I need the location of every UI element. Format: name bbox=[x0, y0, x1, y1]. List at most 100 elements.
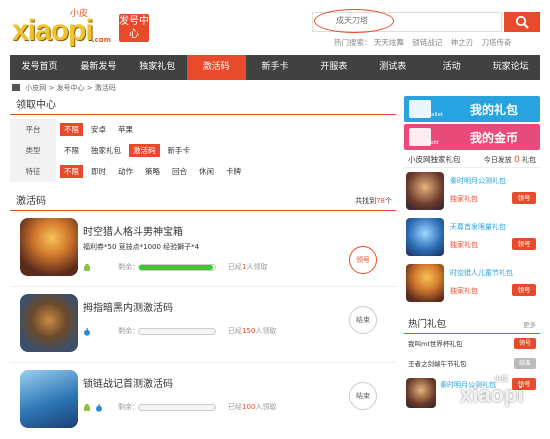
filter-label: 特征 bbox=[10, 161, 56, 182]
my-gifts-button[interactable]: Wallet 我的礼包 bbox=[404, 96, 540, 122]
pack-tag: 独家礼包 bbox=[450, 287, 478, 295]
pack-item[interactable]: 秦时明月公测礼包 独家礼包 领号 bbox=[404, 168, 540, 214]
nav-item-newbie-card[interactable]: 新手卡 bbox=[246, 55, 305, 80]
filter-option[interactable]: 策略 bbox=[141, 165, 164, 178]
game-thumbnail[interactable] bbox=[20, 370, 78, 428]
remain-progress bbox=[138, 328, 216, 335]
filter-option[interactable]: 动作 bbox=[114, 165, 137, 178]
filter-option[interactable]: 独家礼包 bbox=[87, 144, 125, 157]
hot-gift-row[interactable]: 王者之剑端午节礼包 结束 bbox=[404, 354, 540, 374]
my-coins-button[interactable]: Gold 我的金币 bbox=[404, 124, 540, 150]
pack-tag: 独家礼包 bbox=[450, 195, 478, 203]
ended-button[interactable]: 结束 bbox=[349, 306, 377, 334]
filter-option[interactable]: 不限 bbox=[60, 144, 83, 157]
filter-option[interactable]: 激活码 bbox=[129, 144, 160, 157]
filter-option[interactable]: 回合 bbox=[168, 165, 191, 178]
hot-gift-name[interactable]: 我叫mt世界杯礼包 bbox=[408, 340, 462, 348]
hot-gift-name[interactable]: 王者之剑端午节礼包 bbox=[408, 360, 467, 368]
code-title[interactable]: 拇指暗黑内测激活码 bbox=[83, 299, 173, 314]
filter-option[interactable]: 卡牌 bbox=[222, 165, 245, 178]
nav-item-events[interactable]: 活动 bbox=[422, 55, 481, 80]
nav-item-test-list[interactable]: 测试表 bbox=[363, 55, 422, 80]
filter-panel: 平台 不限 安卓 苹果 类型 不限 独家礼包 激活码 新手卡 特征 不限 即时 … bbox=[10, 119, 396, 182]
home-icon bbox=[12, 84, 20, 91]
code-item[interactable]: 时空猎人格斗男神宝箱 福利券*50 竞技点*1000 经验獅子*4 剩余： 已经… bbox=[10, 211, 396, 287]
pack-thumbnail[interactable] bbox=[406, 172, 444, 210]
nav-item-home[interactable]: 发号首页 bbox=[10, 55, 69, 80]
found-count: 共找到78个 bbox=[355, 197, 392, 205]
today-count: 今日发放 0 礼包 bbox=[483, 155, 536, 165]
filter-label: 类型 bbox=[10, 140, 56, 161]
hot-search-link[interactable]: 神之刃 bbox=[451, 38, 474, 47]
pack-item[interactable]: 天尊首发限量礼包 独家礼包 领号 bbox=[404, 214, 540, 260]
code-title[interactable]: 锁链战记首测激活码 bbox=[83, 375, 173, 390]
nav-item-latest[interactable]: 最新发号 bbox=[69, 55, 128, 80]
codes-header: 激活码 共找到78个 bbox=[10, 192, 396, 211]
sidebar: Wallet 我的礼包 Gold 我的金币 小皮网独家礼包 今日发放 0 礼包 … bbox=[404, 96, 540, 306]
code-title[interactable]: 时空猎人格斗男神宝箱 bbox=[83, 223, 183, 238]
pack-name[interactable]: 秦时明月公测礼包 bbox=[450, 176, 506, 186]
breadcrumb-link[interactable]: 小皮网 bbox=[25, 84, 46, 92]
my-gifts-label: 我的礼包 bbox=[470, 103, 519, 117]
remain-label: 剩余： bbox=[118, 327, 139, 335]
game-thumbnail[interactable] bbox=[20, 218, 78, 276]
pack-thumbnail[interactable] bbox=[406, 264, 444, 302]
code-desc: 福利券*50 竞技点*1000 经验獅子*4 bbox=[83, 243, 200, 251]
nav-item-forum[interactable]: 玩家论坛 bbox=[481, 55, 540, 80]
exclusive-packs-header: 小皮网独家礼包 今日发放 0 礼包 bbox=[404, 152, 540, 168]
remain-label: 剩余： bbox=[118, 263, 139, 271]
codes-title: 激活码 bbox=[16, 196, 46, 207]
game-thumbnail[interactable] bbox=[20, 294, 78, 352]
filter-option[interactable]: 新手卡 bbox=[164, 144, 195, 157]
search-input[interactable] bbox=[336, 16, 396, 25]
code-item[interactable]: 锁链战记首测激活码 剩余： 已经100人领取 结束 bbox=[10, 363, 396, 439]
more-link[interactable]: 更多 bbox=[523, 316, 536, 334]
filter-option[interactable]: 安卓 bbox=[87, 123, 110, 136]
apple-icon bbox=[96, 404, 102, 412]
filter-option[interactable]: 不限 bbox=[60, 123, 83, 136]
filter-option[interactable]: 即时 bbox=[87, 165, 110, 178]
claim-button[interactable]: 领号 bbox=[514, 338, 536, 349]
hot-label: 热门搜索： bbox=[334, 38, 372, 47]
filter-option[interactable]: 苹果 bbox=[114, 123, 137, 136]
filter-option[interactable]: 休闲 bbox=[195, 165, 218, 178]
watermark-text: xiaopi bbox=[460, 382, 524, 407]
claim-button[interactable]: 领号 bbox=[512, 238, 536, 250]
hot-search-link[interactable]: 锁链战记 bbox=[412, 38, 442, 47]
pack-thumbnail[interactable] bbox=[406, 218, 444, 256]
hot-gift-row[interactable]: 我叫mt世界杯礼包 领号 bbox=[404, 334, 540, 354]
filter-option[interactable]: 不限 bbox=[60, 165, 83, 178]
nav-item-server-list[interactable]: 开服表 bbox=[304, 55, 363, 80]
logo-text: xiaopi bbox=[12, 14, 94, 47]
hot-searches: 热门搜索： 天天炫舞 锁链战记 神之刃 刀塔传奇 bbox=[334, 37, 518, 48]
my-coins-label: 我的金币 bbox=[470, 131, 519, 145]
nav-item-exclusive[interactable]: 独家礼包 bbox=[128, 55, 187, 80]
hot-gifts-title: 热门礼包 bbox=[408, 319, 447, 330]
wallet-label: Wallet bbox=[426, 112, 444, 118]
claim-button[interactable]: 领号 bbox=[349, 246, 377, 274]
claimed-count: 已经150人领取 bbox=[228, 327, 277, 335]
site-logo[interactable]: 小皮 xiaopi .com bbox=[12, 9, 120, 47]
ended-button[interactable]: 结束 bbox=[514, 358, 536, 369]
gold-label: Gold bbox=[426, 140, 439, 146]
hot-search-link[interactable]: 刀塔传奇 bbox=[482, 38, 512, 47]
claim-button[interactable]: 领号 bbox=[512, 284, 536, 296]
hot-search-link[interactable]: 天天炫舞 bbox=[374, 38, 404, 47]
code-item[interactable]: 拇指暗黑内测激活码 剩余： 已经150人领取 结束 bbox=[10, 287, 396, 363]
pack-name[interactable]: 天尊首发限量礼包 bbox=[450, 222, 506, 232]
ended-button[interactable]: 结束 bbox=[349, 382, 377, 410]
pack-item[interactable]: 时空猎人儿童节礼包 独家礼包 领号 bbox=[404, 260, 540, 306]
breadcrumb-current: 激活码 bbox=[94, 84, 116, 92]
filter-row-type: 类型 不限 独家礼包 激活码 新手卡 bbox=[10, 140, 396, 161]
claim-button[interactable]: 领号 bbox=[512, 192, 536, 204]
remain-label: 剩余： bbox=[118, 403, 139, 411]
main-nav: 发号首页 最新发号 独家礼包 激活码 新手卡 开服表 测试表 活动 玩家论坛 bbox=[10, 55, 540, 80]
breadcrumb-link[interactable]: 发号中心 bbox=[57, 84, 85, 92]
pack-name[interactable]: 时空猎人儿童节礼包 bbox=[450, 268, 513, 278]
android-icon bbox=[84, 404, 90, 411]
search-button[interactable] bbox=[504, 12, 540, 32]
claimed-count: 已经1人领取 bbox=[228, 263, 268, 271]
pack-thumbnail[interactable] bbox=[406, 378, 436, 408]
search-icon bbox=[515, 15, 529, 29]
nav-item-activation-codes[interactable]: 激活码 bbox=[186, 55, 246, 80]
